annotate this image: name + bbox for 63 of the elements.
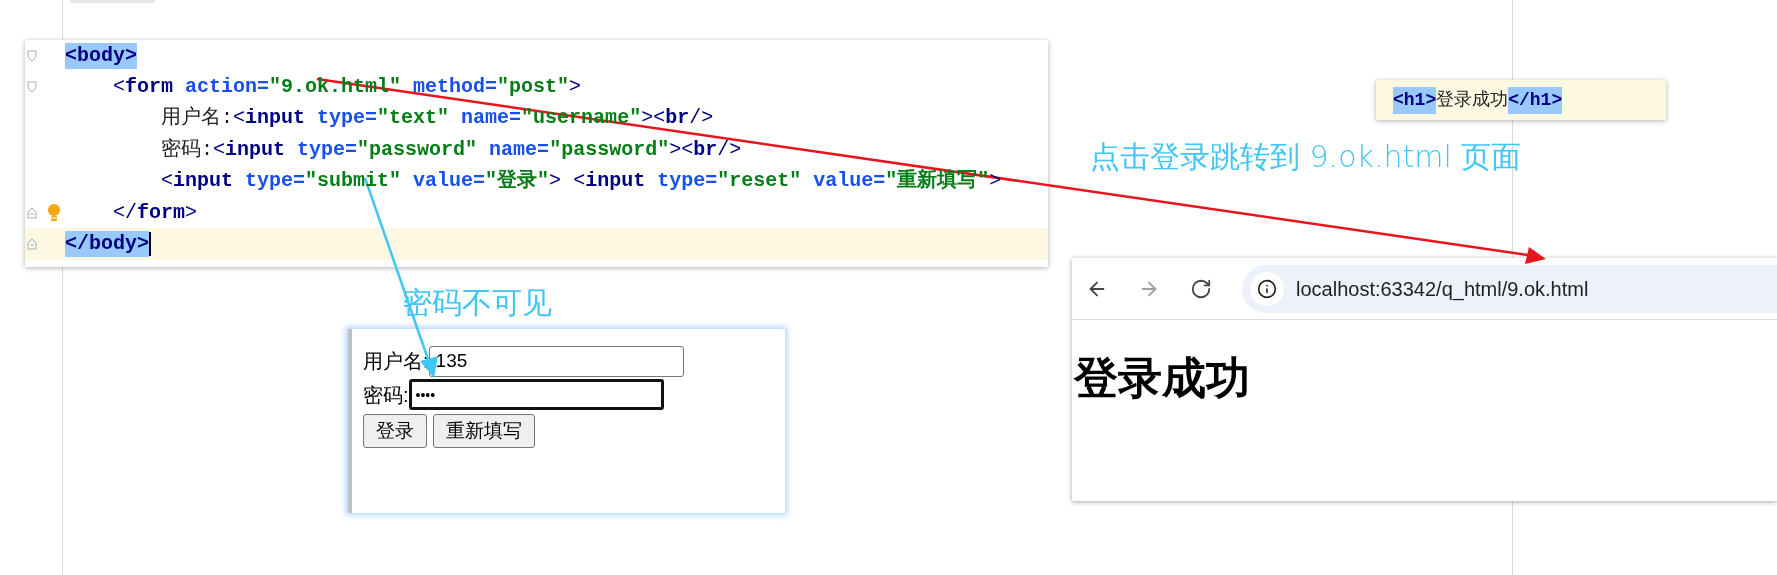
code-token: input [173, 168, 234, 195]
code-token: "password" [549, 136, 670, 163]
code-token: < [112, 74, 125, 101]
code-token: < [160, 168, 174, 195]
fold-icon[interactable] [27, 206, 37, 219]
code-token: 密码: [160, 136, 214, 163]
code-token: name= [488, 136, 550, 163]
code-token: type= [656, 168, 718, 195]
code-token: "text" [377, 105, 450, 132]
code-token: "submit" [305, 168, 402, 195]
code-token: < [213, 136, 226, 163]
text-cursor [149, 232, 151, 257]
code-token: type= [296, 136, 358, 163]
code-token: >< [669, 136, 694, 163]
code-token: name= [460, 105, 522, 132]
code-token: form [137, 199, 186, 226]
code-token: </ [112, 199, 137, 226]
code-token: br [693, 136, 718, 163]
code-token: "reset" [717, 168, 802, 195]
form-button[interactable]: 登录 [363, 414, 427, 448]
code-token: <h1> [1393, 86, 1437, 114]
info-icon[interactable] [1257, 278, 1277, 299]
code-token: /> [689, 105, 714, 132]
fold-icon[interactable] [27, 81, 37, 94]
fold-icon[interactable] [27, 238, 37, 251]
code-token: "登录" [485, 168, 550, 195]
code-token: "重新填写" [885, 168, 990, 195]
code-token: < [233, 105, 246, 132]
code-token: type= [244, 168, 306, 195]
field-label: 密码: [363, 382, 409, 408]
code-token: form [125, 74, 174, 101]
code-token: >< [641, 105, 666, 132]
code-token: 登录成功 [1436, 88, 1509, 112]
lightbulb-icon[interactable] [47, 202, 61, 223]
code-token: "post" [497, 74, 570, 101]
page-heading: 登录成功 [1074, 356, 1251, 400]
address-bar[interactable]: localhost:63342/q_html/9.ok.html [1242, 264, 1777, 313]
fold-icon[interactable] [27, 49, 37, 62]
code-token: input [585, 168, 646, 195]
code-token: < [572, 168, 586, 195]
username-field[interactable]: 135 [428, 345, 684, 377]
code-token: <body> [65, 42, 137, 69]
code-token: </body> [65, 231, 149, 258]
code-token: value= [412, 168, 486, 195]
code-token: </h1> [1508, 86, 1563, 114]
code-token: input [225, 136, 286, 163]
code-token: br [665, 105, 690, 132]
code-token: /> [717, 136, 742, 163]
annotation-text: 点击登录跳转到 9.ok.html 页面 [1090, 138, 1522, 176]
code-token: > [185, 199, 198, 226]
code-token: > [569, 74, 582, 101]
code-token: input [245, 105, 306, 132]
reload-icon[interactable] [1190, 277, 1212, 300]
form-button[interactable]: 重新填写 [433, 414, 535, 448]
code-token: value= [812, 168, 886, 195]
code-token: action= [184, 74, 270, 101]
password-field[interactable]: •••• [408, 379, 664, 410]
code-token: type= [316, 105, 378, 132]
code-token: "password" [357, 136, 478, 163]
url-text: localhost:63342/q_html/9.ok.html [1296, 276, 1589, 303]
code-token: > [549, 168, 562, 195]
code-token: 用户名: [160, 105, 234, 132]
code-token: method= [412, 74, 498, 101]
